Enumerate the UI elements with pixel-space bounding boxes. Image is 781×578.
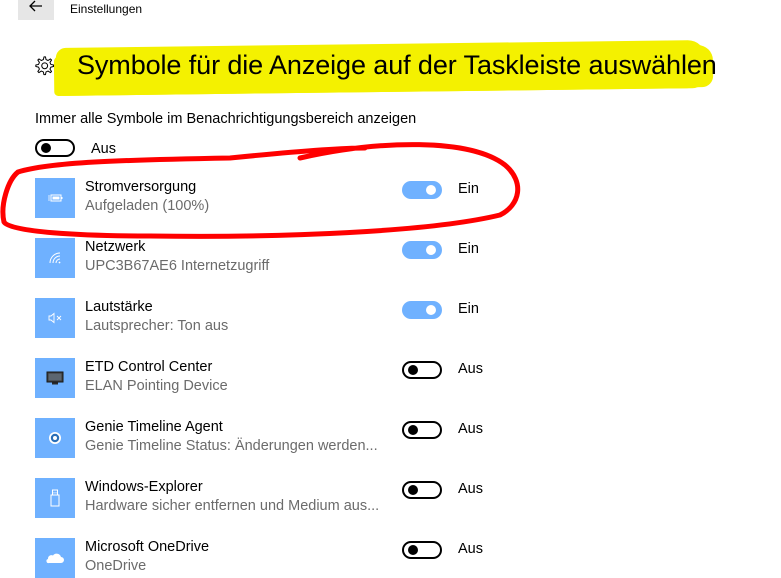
page-title: Symbole für die Anzeige auf der Taskleis…: [77, 50, 717, 80]
list-item-genie-timeline-agent: Genie Timeline Agent Genie Timeline Stat…: [35, 418, 515, 458]
always-show-all-toggle[interactable]: [35, 139, 75, 162]
toggle-knob: [408, 425, 418, 435]
item-toggle[interactable]: [402, 421, 442, 439]
title-bar: Einstellungen: [0, 0, 781, 20]
item-status: UPC3B67AE6 Internetzugriff: [85, 258, 270, 274]
toggle-knob: [426, 185, 436, 195]
item-state: Aus: [458, 421, 483, 437]
item-status: ELAN Pointing Device: [85, 378, 228, 394]
list-item-etd-control-center: ETD Control Center ELAN Pointing Device …: [35, 358, 515, 398]
item-name: Genie Timeline Agent: [85, 419, 223, 435]
toggle-knob: [426, 305, 436, 315]
item-status: Aufgeladen (100%): [85, 198, 210, 214]
item-name: Stromversorgung: [85, 179, 197, 195]
item-toggle[interactable]: [402, 481, 442, 499]
app-title: Einstellungen: [70, 2, 143, 16]
speaker-muted-icon: [35, 298, 75, 338]
item-state: Aus: [458, 541, 483, 557]
item-toggle[interactable]: [402, 241, 442, 259]
item-status: Genie Timeline Status: Änderungen werden…: [85, 438, 378, 454]
item-name: Microsoft OneDrive: [85, 539, 210, 555]
toggle-knob: [408, 365, 418, 375]
item-toggle[interactable]: [402, 181, 442, 199]
wifi-icon: [35, 238, 75, 278]
back-button[interactable]: [18, 0, 54, 20]
always-show-all-label: Immer alle Symbole im Benachrichtigungsb…: [35, 111, 417, 127]
item-status: Lautsprecher: Ton aus: [85, 318, 229, 334]
item-name: Windows-Explorer: [85, 479, 203, 495]
item-state: Aus: [458, 481, 483, 497]
item-status: OneDrive: [85, 558, 147, 574]
item-state: Aus: [458, 361, 483, 377]
monitor-icon: [35, 358, 75, 398]
toggle-knob: [426, 245, 436, 255]
toggle-knob: [41, 143, 51, 153]
item-toggle[interactable]: [402, 301, 442, 319]
toggle-knob: [408, 485, 418, 495]
toggle-switch[interactable]: [35, 139, 75, 157]
item-name: Lautstärke: [85, 299, 153, 315]
gear-icon: [35, 56, 55, 76]
item-toggle[interactable]: [402, 541, 442, 559]
list-item-windows-explorer: Windows-Explorer Hardware sicher entfern…: [35, 478, 515, 518]
always-show-all-state: Aus: [91, 141, 116, 157]
item-state: Ein: [458, 181, 479, 197]
list-item-netzwerk: Netzwerk UPC3B67AE6 Internetzugriff Ein: [35, 238, 515, 278]
usb-drive-icon: [35, 478, 75, 518]
item-state: Ein: [458, 241, 479, 257]
list-item-stromversorgung: Stromversorgung Aufgeladen (100%) Ein: [35, 178, 515, 218]
toggle-knob: [408, 545, 418, 555]
item-status: Hardware sicher entfernen und Medium aus…: [85, 498, 380, 514]
genie-icon: [35, 418, 75, 458]
cloud-icon: [35, 538, 75, 578]
item-name: ETD Control Center: [85, 359, 213, 375]
list-item-microsoft-onedrive: Microsoft OneDrive OneDrive Aus: [35, 538, 515, 578]
item-name: Netzwerk: [85, 239, 146, 255]
item-toggle[interactable]: [402, 361, 442, 379]
back-arrow-icon: [29, 0, 42, 12]
battery-icon: [35, 178, 75, 218]
item-state: Ein: [458, 301, 479, 317]
list-item-lautstaerke: Lautstärke Lautsprecher: Ton aus Ein: [35, 298, 515, 338]
